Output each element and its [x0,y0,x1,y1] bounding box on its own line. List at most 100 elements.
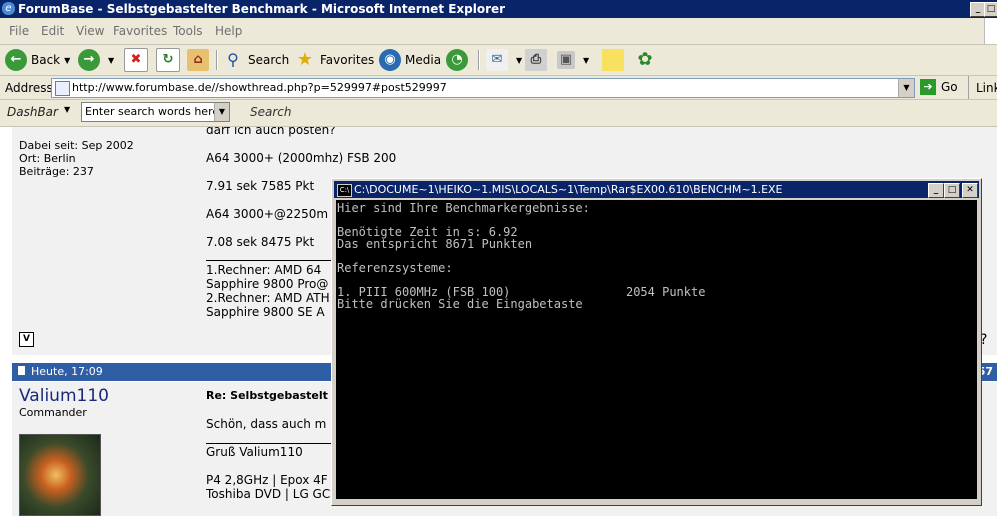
signature-text: 1.Rechner: AMD 64 [206,263,322,277]
history-button[interactable]: ◔ [446,49,472,71]
stop-icon: ✖ [124,48,148,72]
standard-toolbar: ← Back ▼ → ▼ ✖ ↻ ⌂ ⚲ Search ★ Favorites … [0,45,997,76]
post-text: A64 3000+@2250m [206,207,329,221]
forward-arrow-icon: → [78,49,100,71]
chevron-down-icon[interactable]: ▼ [214,103,229,121]
dashbar-search-input[interactable]: Enter search words here ▼ [81,102,230,122]
note-icon [602,49,624,71]
refresh-icon: ↻ [156,48,180,72]
chevron-down-icon: ▼ [516,55,523,65]
edit-button[interactable]: ▣ ▼ [557,49,589,71]
post-text: 7.08 sek 8475 Pkt [206,235,315,249]
go-label: Go [941,80,958,94]
favorites-button[interactable]: ★ Favorites [294,49,374,71]
menu-view[interactable]: View [76,24,104,38]
home-icon: ⌂ [187,49,209,71]
maximize-button[interactable]: □ [984,2,997,17]
console-line: Hier sind Ihre Benchmarkergebnisse: [337,201,590,215]
print-button[interactable]: ⎙ [525,49,551,71]
mail-button[interactable]: ✉ ▼ [486,49,522,71]
chevron-down-icon[interactable]: ▼ [64,105,70,114]
user-location: Ort: Berlin [19,152,76,165]
vcard-icon[interactable]: V [19,332,34,347]
user-post-count: Beiträge: 237 [19,165,94,178]
console-line: Bitte drücken Sie die Eingabetaste [337,297,583,311]
refresh-button[interactable]: ↻ [156,48,184,72]
signature-divider [206,443,334,444]
toolbar-separator [216,50,218,70]
signature-text: P4 2,8GHz | Epox 4F [206,473,328,487]
messenger-button[interactable]: ✿ [634,49,660,71]
signature-text: 2.Rechner: AMD ATH [206,291,330,305]
console-output[interactable]: Hier sind Ihre Benchmarkergebnisse: Benö… [336,200,977,499]
menu-help[interactable]: Help [215,24,242,38]
console-title-bar[interactable]: C:\ C:\DOCUME~1\HEIKO~1.MIS\LOCALS~1\Tem… [334,181,979,198]
ie-throbber [984,18,997,44]
console-line: Das entspricht 8671 Punkten [337,237,533,251]
post-icon [18,366,25,375]
browser-title-bar: e ForumBase - Selbstgebastelter Benchmar… [0,0,997,18]
address-input[interactable]: http://www.forumbase.de//showthread.php?… [51,78,915,98]
chevron-down-icon: ▼ [64,55,71,65]
search-button[interactable]: ⚲ Search [222,49,289,71]
menu-file[interactable]: File [9,24,29,38]
username-link[interactable]: Valium110 [19,386,109,406]
favorites-label: Favorites [320,53,375,67]
post-text: darf ich auch posten? [206,127,336,137]
post-date: Heute, 17:09 [31,365,103,378]
media-button[interactable]: ◉ Media [379,49,441,71]
stop-button[interactable]: ✖ [124,48,152,72]
mail-icon: ✉ [486,49,508,71]
back-label: Back [31,53,61,67]
home-button[interactable]: ⌂ [187,49,213,71]
messenger-icon: ✿ [637,49,653,70]
user-avatar [19,434,101,516]
discuss-button[interactable] [602,49,628,71]
media-icon: ◉ [379,49,401,71]
user-joined: Dabei seit: Sep 2002 [19,139,134,152]
toolbar-separator [478,50,480,70]
console-icon: C:\ [337,184,352,197]
post-text: A64 3000+ (2000mhz) FSB 200 [206,151,397,165]
printer-icon: ⎙ [525,49,547,71]
console-maximize-button[interactable]: □ [944,183,960,198]
ie-icon: e [2,2,15,15]
menu-tools[interactable]: Tools [173,24,203,38]
search-label: Search [248,53,290,67]
edit-icon: ▣ [557,51,575,69]
address-url: http://www.forumbase.de//showthread.php?… [72,81,447,94]
signature-text: Sapphire 9800 Pro@ [206,277,329,291]
signature-text: Sapphire 9800 SE A [206,305,325,319]
signature-text: Gruß Valium110 [206,445,303,459]
dashbar-label: DashBar [7,105,58,119]
dashbar-search-button[interactable]: Search [250,105,292,119]
forward-button[interactable]: → ▼ [78,49,114,71]
links-label[interactable]: Link [976,81,997,95]
console-close-button[interactable]: ✕ [962,183,978,198]
menu-edit[interactable]: Edit [41,24,64,38]
address-bar: Address http://www.forumbase.de//showthr… [0,76,997,100]
console-minimize-button[interactable]: _ [928,183,944,198]
console-line: Referenzsysteme: [337,261,453,275]
search-icon: ⚲ [227,50,239,69]
post-text: 7.91 sek 7585 Pkt [206,179,315,193]
menu-favorites[interactable]: Favorites [113,24,167,38]
dashbar-placeholder: Enter search words here [85,105,220,118]
post-text: Schön, dass auch m [206,417,327,431]
history-icon: ◔ [446,49,468,71]
go-arrow-icon: ➔ [920,79,936,95]
chevron-down-icon: ▼ [583,55,590,65]
browser-title: ForumBase - Selbstgebastelter Benchmark … [18,2,506,16]
console-window[interactable]: C:\ C:\DOCUME~1\HEIKO~1.MIS\LOCALS~1\Tem… [331,178,982,506]
toolbar-separator [968,76,969,99]
media-label: Media [405,53,442,67]
dashbar-toolbar: DashBar ▼ Enter search words here ▼ Sear… [0,100,997,127]
signature-text: Toshiba DVD | LG GC [206,487,331,501]
chevron-down-icon: ▼ [108,55,115,65]
menu-bar: File Edit View Favorites Tools Help [0,18,997,45]
go-button[interactable]: ➔ Go [920,79,958,95]
page-icon [55,81,70,96]
post-title: Re: Selbstgebastelt [206,389,328,402]
back-button[interactable]: ← Back ▼ [5,49,70,71]
chevron-down-icon[interactable]: ▼ [898,79,914,97]
